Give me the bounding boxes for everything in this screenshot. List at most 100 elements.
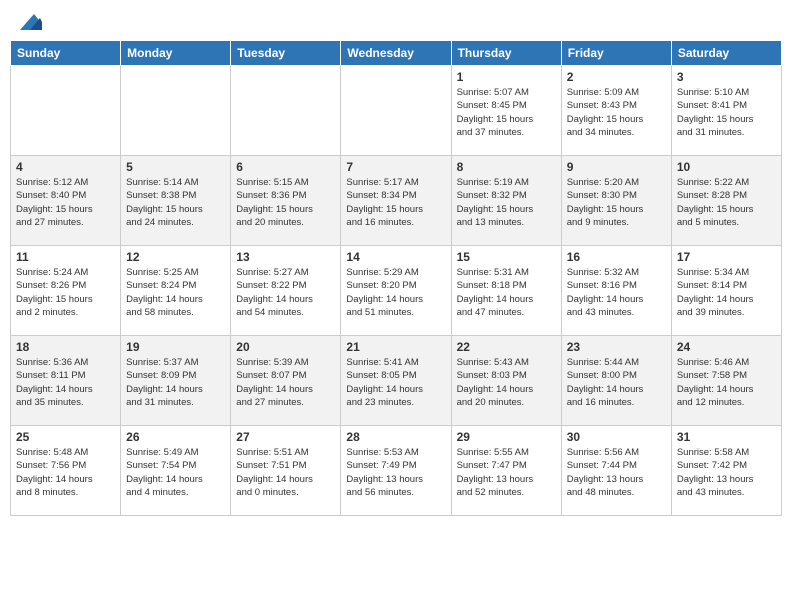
day-of-week-header: Tuesday [231,41,341,66]
day-info: Sunrise: 5:15 AM Sunset: 8:36 PM Dayligh… [236,176,335,229]
day-number: 6 [236,160,335,174]
calendar-week-row: 18 Sunrise: 5:36 AM Sunset: 8:11 PM Dayli… [11,336,782,426]
day-number: 11 [16,250,115,264]
day-info: Sunrise: 5:34 AM Sunset: 8:14 PM Dayligh… [677,266,776,319]
day-info: Sunrise: 5:39 AM Sunset: 8:07 PM Dayligh… [236,356,335,409]
day-info: Sunrise: 5:31 AM Sunset: 8:18 PM Dayligh… [457,266,556,319]
day-number: 22 [457,340,556,354]
calendar-week-row: 1Sunrise: 5:07 AM Sunset: 8:45 PM Daylig… [11,66,782,156]
calendar-cell: 22 Sunrise: 5:43 AM Sunset: 8:03 PM Dayli… [451,336,561,426]
calendar-cell: 23Sunrise: 5:44 AM Sunset: 8:00 PM Dayli… [561,336,671,426]
day-number: 2 [567,70,666,84]
calendar-cell [11,66,121,156]
logo [10,10,44,32]
day-number: 19 [126,340,225,354]
calendar-cell: 8Sunrise: 5:19 AM Sunset: 8:32 PM Daylig… [451,156,561,246]
day-info: Sunrise: 5:14 AM Sunset: 8:38 PM Dayligh… [126,176,225,229]
day-number: 12 [126,250,225,264]
calendar-table: SundayMondayTuesdayWednesdayThursdayFrid… [10,40,782,516]
day-info: Sunrise: 5:32 AM Sunset: 8:16 PM Dayligh… [567,266,666,319]
day-number: 15 [457,250,556,264]
day-number: 4 [16,160,115,174]
day-info: Sunrise: 5:36 AM Sunset: 8:11 PM Dayligh… [16,356,115,409]
day-number: 16 [567,250,666,264]
calendar-cell: 19 Sunrise: 5:37 AM Sunset: 8:09 PM Dayli… [121,336,231,426]
calendar-cell: 25 Sunrise: 5:48 AM Sunset: 7:56 PM Dayli… [11,426,121,516]
day-info: Sunrise: 5:24 AM Sunset: 8:26 PM Dayligh… [16,266,115,319]
day-number: 14 [346,250,445,264]
calendar-header-row: SundayMondayTuesdayWednesdayThursdayFrid… [11,41,782,66]
day-info: Sunrise: 5:51 AM Sunset: 7:51 PM Dayligh… [236,446,335,499]
calendar-cell: 12 Sunrise: 5:25 AM Sunset: 8:24 PM Dayli… [121,246,231,336]
day-info: Sunrise: 5:10 AM Sunset: 8:41 PM Dayligh… [677,86,776,139]
calendar-cell: 24Sunrise: 5:46 AM Sunset: 7:58 PM Dayli… [671,336,781,426]
day-number: 28 [346,430,445,444]
calendar-cell: 6 Sunrise: 5:15 AM Sunset: 8:36 PM Daylig… [231,156,341,246]
day-info: Sunrise: 5:07 AM Sunset: 8:45 PM Dayligh… [457,86,556,139]
day-of-week-header: Wednesday [341,41,451,66]
calendar-cell: 5 Sunrise: 5:14 AM Sunset: 8:38 PM Daylig… [121,156,231,246]
day-info: Sunrise: 5:09 AM Sunset: 8:43 PM Dayligh… [567,86,666,139]
day-info: Sunrise: 5:19 AM Sunset: 8:32 PM Dayligh… [457,176,556,229]
day-number: 20 [236,340,335,354]
calendar-cell [121,66,231,156]
calendar-cell: 13 Sunrise: 5:27 AM Sunset: 8:22 PM Dayli… [231,246,341,336]
logo-text [10,10,44,32]
day-info: Sunrise: 5:12 AM Sunset: 8:40 PM Dayligh… [16,176,115,229]
day-number: 25 [16,430,115,444]
calendar-cell: 20 Sunrise: 5:39 AM Sunset: 8:07 PM Dayli… [231,336,341,426]
calendar-cell: 1Sunrise: 5:07 AM Sunset: 8:45 PM Daylig… [451,66,561,156]
day-number: 13 [236,250,335,264]
calendar-cell: 10 Sunrise: 5:22 AM Sunset: 8:28 PM Dayli… [671,156,781,246]
day-info: Sunrise: 5:43 AM Sunset: 8:03 PM Dayligh… [457,356,556,409]
calendar-cell: 9Sunrise: 5:20 AM Sunset: 8:30 PM Daylig… [561,156,671,246]
day-info: Sunrise: 5:37 AM Sunset: 8:09 PM Dayligh… [126,356,225,409]
calendar-week-row: 11 Sunrise: 5:24 AM Sunset: 8:26 PM Dayli… [11,246,782,336]
day-of-week-header: Thursday [451,41,561,66]
day-number: 7 [346,160,445,174]
calendar-cell: 30 Sunrise: 5:56 AM Sunset: 7:44 PM Dayli… [561,426,671,516]
day-number: 31 [677,430,776,444]
day-info: Sunrise: 5:58 AM Sunset: 7:42 PM Dayligh… [677,446,776,499]
calendar-cell: 2 Sunrise: 5:09 AM Sunset: 8:43 PM Daylig… [561,66,671,156]
day-number: 27 [236,430,335,444]
calendar-cell: 17 Sunrise: 5:34 AM Sunset: 8:14 PM Dayli… [671,246,781,336]
day-info: Sunrise: 5:17 AM Sunset: 8:34 PM Dayligh… [346,176,445,229]
day-info: Sunrise: 5:20 AM Sunset: 8:30 PM Dayligh… [567,176,666,229]
day-number: 17 [677,250,776,264]
calendar-cell: 28 Sunrise: 5:53 AM Sunset: 7:49 PM Dayli… [341,426,451,516]
day-info: Sunrise: 5:27 AM Sunset: 8:22 PM Dayligh… [236,266,335,319]
calendar-cell: 7 Sunrise: 5:17 AM Sunset: 8:34 PM Daylig… [341,156,451,246]
calendar-cell [231,66,341,156]
day-of-week-header: Friday [561,41,671,66]
day-info: Sunrise: 5:49 AM Sunset: 7:54 PM Dayligh… [126,446,225,499]
day-info: Sunrise: 5:48 AM Sunset: 7:56 PM Dayligh… [16,446,115,499]
day-number: 21 [346,340,445,354]
day-number: 30 [567,430,666,444]
day-info: Sunrise: 5:53 AM Sunset: 7:49 PM Dayligh… [346,446,445,499]
day-info: Sunrise: 5:55 AM Sunset: 7:47 PM Dayligh… [457,446,556,499]
calendar-cell: 31 Sunrise: 5:58 AM Sunset: 7:42 PM Dayli… [671,426,781,516]
calendar-cell: 16 Sunrise: 5:32 AM Sunset: 8:16 PM Dayli… [561,246,671,336]
day-of-week-header: Monday [121,41,231,66]
day-info: Sunrise: 5:25 AM Sunset: 8:24 PM Dayligh… [126,266,225,319]
day-number: 26 [126,430,225,444]
day-number: 5 [126,160,225,174]
day-of-week-header: Saturday [671,41,781,66]
calendar-cell: 4 Sunrise: 5:12 AM Sunset: 8:40 PM Daylig… [11,156,121,246]
day-number: 10 [677,160,776,174]
page-header [10,10,782,32]
day-info: Sunrise: 5:22 AM Sunset: 8:28 PM Dayligh… [677,176,776,229]
day-number: 29 [457,430,556,444]
day-info: Sunrise: 5:46 AM Sunset: 7:58 PM Dayligh… [677,356,776,409]
day-number: 18 [16,340,115,354]
calendar-cell: 27 Sunrise: 5:51 AM Sunset: 7:51 PM Dayli… [231,426,341,516]
calendar-cell [341,66,451,156]
day-number: 23 [567,340,666,354]
day-info: Sunrise: 5:41 AM Sunset: 8:05 PM Dayligh… [346,356,445,409]
day-info: Sunrise: 5:56 AM Sunset: 7:44 PM Dayligh… [567,446,666,499]
day-of-week-header: Sunday [11,41,121,66]
calendar-cell: 3Sunrise: 5:10 AM Sunset: 8:41 PM Daylig… [671,66,781,156]
day-info: Sunrise: 5:29 AM Sunset: 8:20 PM Dayligh… [346,266,445,319]
calendar-cell: 18 Sunrise: 5:36 AM Sunset: 8:11 PM Dayli… [11,336,121,426]
